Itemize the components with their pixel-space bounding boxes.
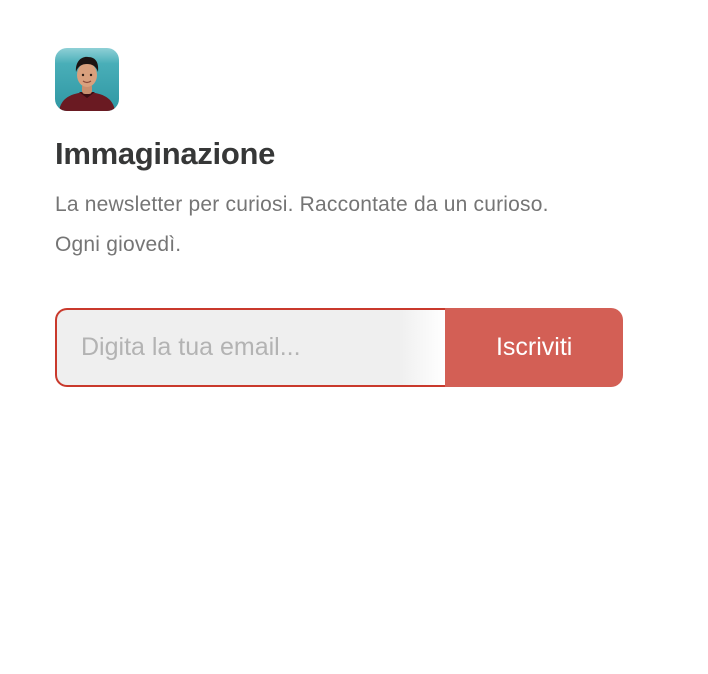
subscribe-button[interactable]: Iscriviti [445, 308, 623, 387]
publication-description: La newsletter per curiosi. Raccontate da… [55, 193, 549, 256]
newsletter-card: Immaginazione La newsletter per curiosi.… [55, 48, 655, 387]
publication-title: Immaginazione [55, 136, 276, 171]
person-portrait-icon [55, 48, 119, 111]
email-input[interactable] [55, 308, 446, 387]
publication-avatar [55, 48, 119, 111]
subscribe-form: Iscriviti [55, 308, 623, 387]
